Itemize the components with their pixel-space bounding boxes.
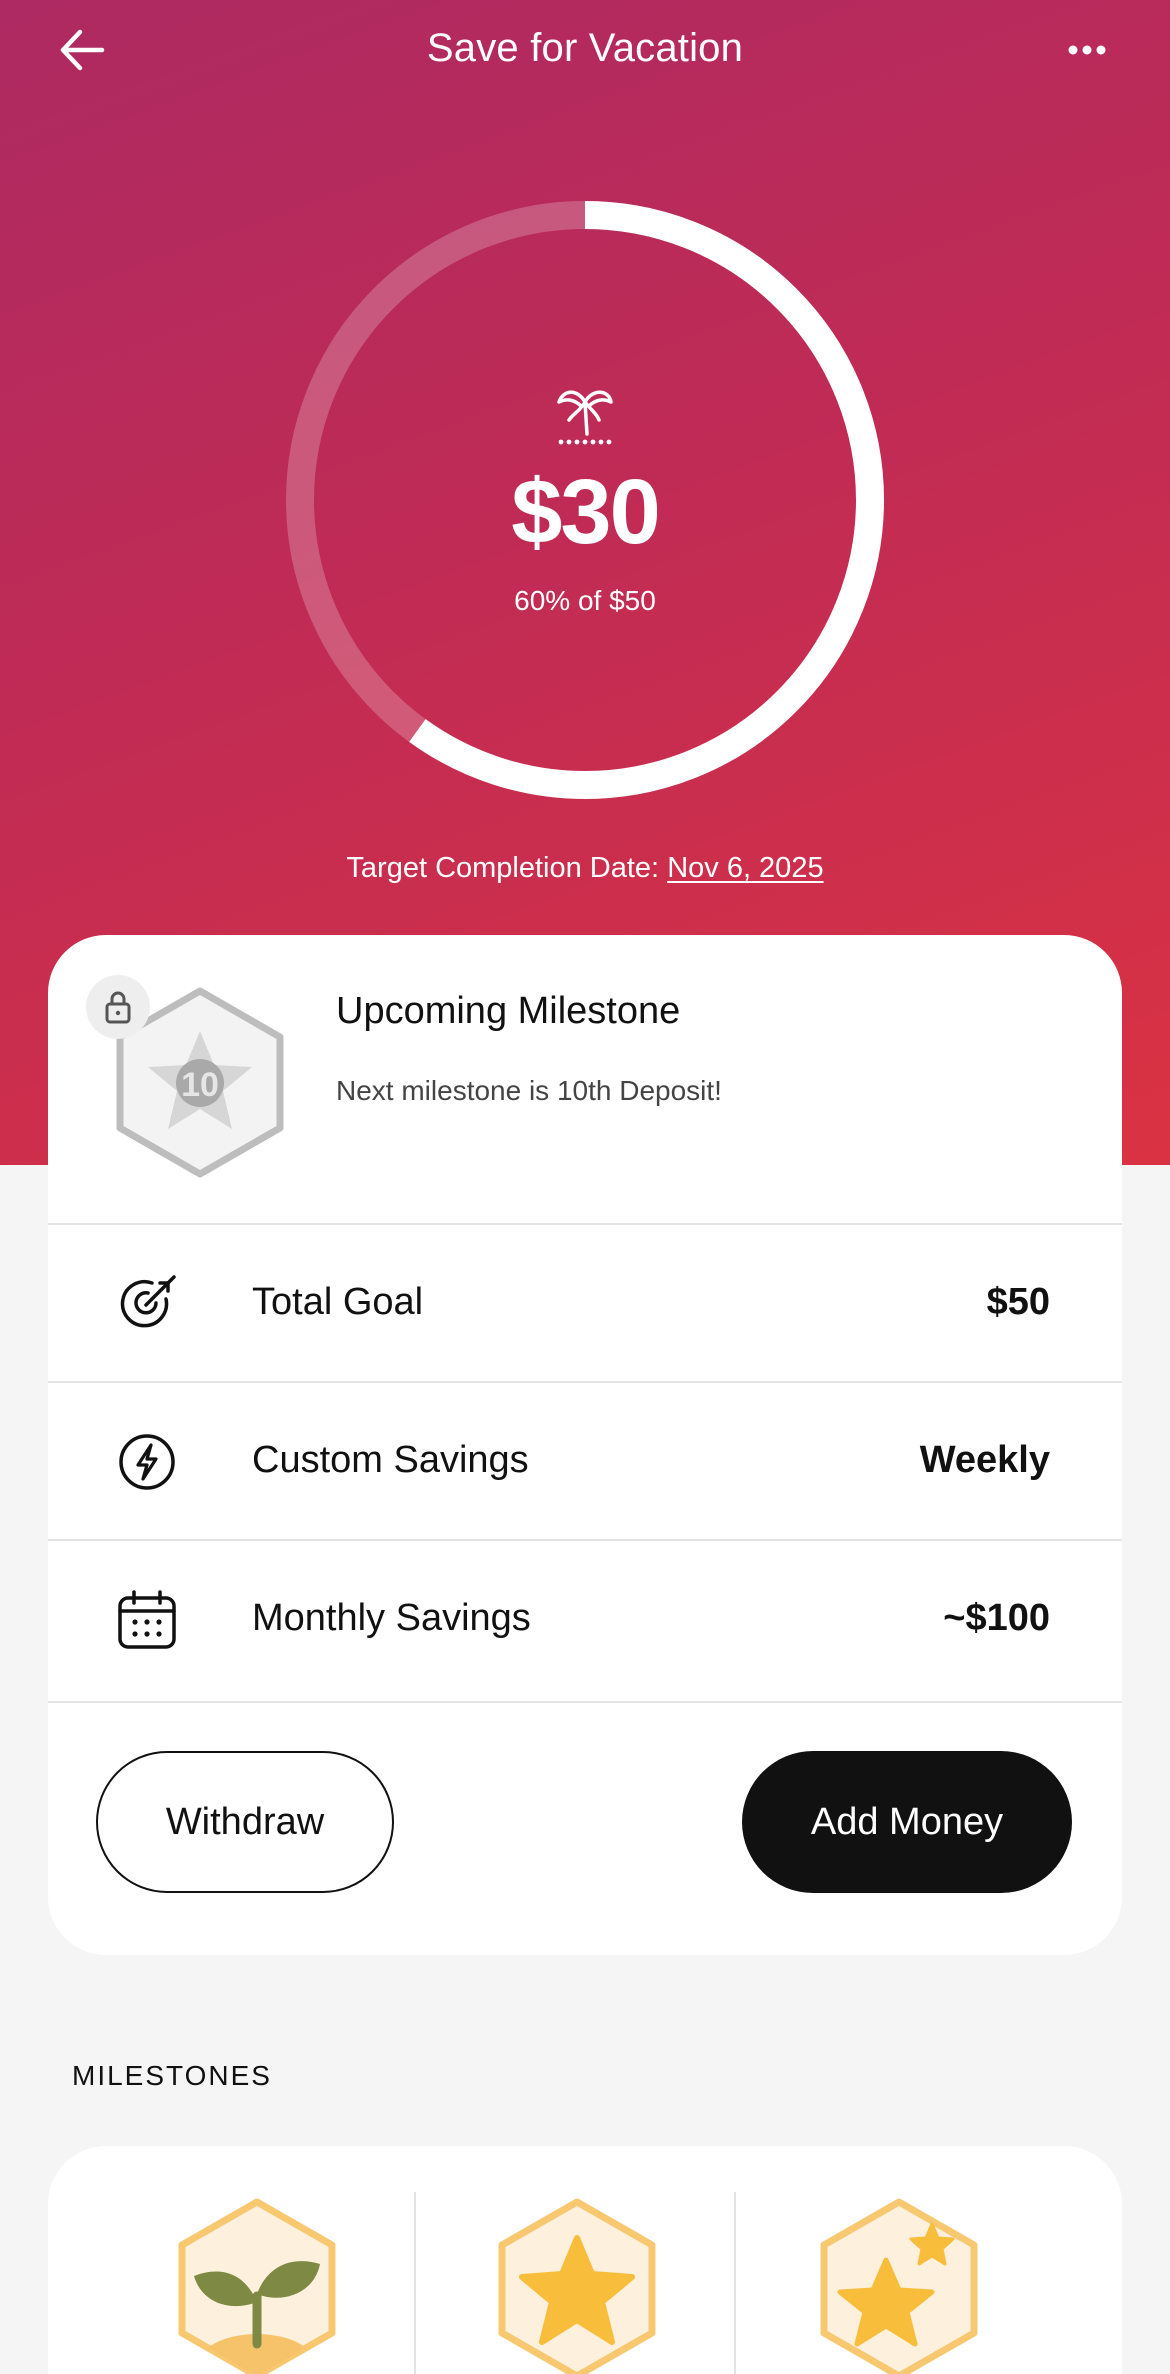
more-horizontal-icon	[1068, 45, 1106, 55]
detail-value: Weekly	[919, 1439, 1050, 1481]
target-completion: Target Completion Date: Nov 6, 2025	[0, 852, 1170, 885]
top-bar: Save for Vacation	[0, 0, 1170, 100]
saved-amount: $30	[511, 461, 661, 563]
milestone-divider	[734, 2192, 736, 2374]
milestone-divider	[414, 2192, 416, 2374]
palm-tree-icon	[557, 390, 613, 445]
add-money-button[interactable]: Add Money	[742, 1751, 1072, 1893]
stars-badge-icon[interactable]	[814, 2194, 984, 2374]
detail-value: ~$100	[943, 1597, 1050, 1639]
detail-row-total-goal[interactable]: Total Goal $50	[48, 1223, 1122, 1381]
milestone-title: Upcoming Milestone	[336, 990, 681, 1032]
detail-row-monthly-savings[interactable]: Monthly Savings ~$100	[48, 1539, 1122, 1697]
detail-value: $50	[986, 1281, 1050, 1323]
target-completion-date[interactable]: Nov 6, 2025	[667, 852, 823, 884]
progress-summary: $30 60% of $50	[275, 190, 895, 810]
detail-label: Monthly Savings	[252, 1597, 531, 1639]
detail-label: Custom Savings	[252, 1439, 529, 1481]
page-title: Save for Vacation	[426, 26, 744, 70]
lightning-icon	[119, 1434, 175, 1490]
sprout-badge-icon[interactable]	[172, 2194, 342, 2374]
detail-row-custom-savings[interactable]: Custom Savings Weekly	[48, 1381, 1122, 1539]
milestones-heading: MILESTONES	[72, 2060, 272, 2091]
upcoming-milestone[interactable]: 10 Upcoming Milestone Next milestone is …	[48, 935, 1122, 1223]
withdraw-button[interactable]: Withdraw	[96, 1751, 394, 1893]
detail-label: Total Goal	[252, 1281, 424, 1323]
lock-icon	[86, 975, 150, 1039]
target-completion-label: Target Completion Date:	[346, 852, 660, 884]
milestones-card	[48, 2146, 1122, 2374]
progress-percent: 60% of $50	[514, 585, 656, 616]
calendar-icon	[118, 1590, 176, 1649]
target-icon	[120, 1275, 176, 1328]
goal-details-card: 10 Upcoming Milestone Next milestone is …	[48, 935, 1122, 1955]
action-buttons: Withdraw Add Money	[48, 1701, 1122, 1955]
star-badge-icon[interactable]	[492, 2194, 662, 2374]
more-options-button[interactable]	[1052, 30, 1122, 70]
milestone-subtitle: Next milestone is 10th Deposit!	[336, 1075, 722, 1106]
svg-text:10: 10	[181, 1066, 219, 1104]
